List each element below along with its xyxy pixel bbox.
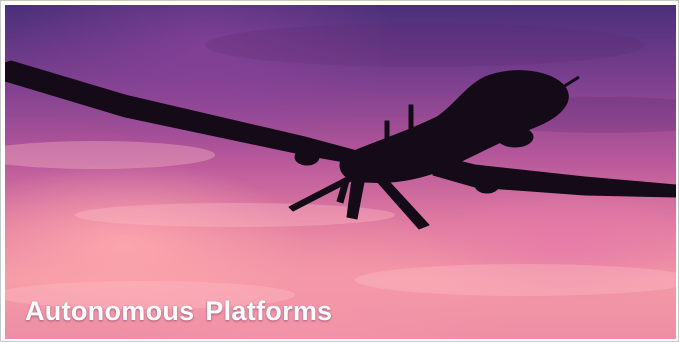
sunset-photo [5, 5, 676, 339]
caption-title: Autonomous Platforms [25, 296, 333, 326]
drone-silhouette-icon [5, 23, 676, 309]
image-frame: Autonomous Platforms [0, 0, 679, 342]
